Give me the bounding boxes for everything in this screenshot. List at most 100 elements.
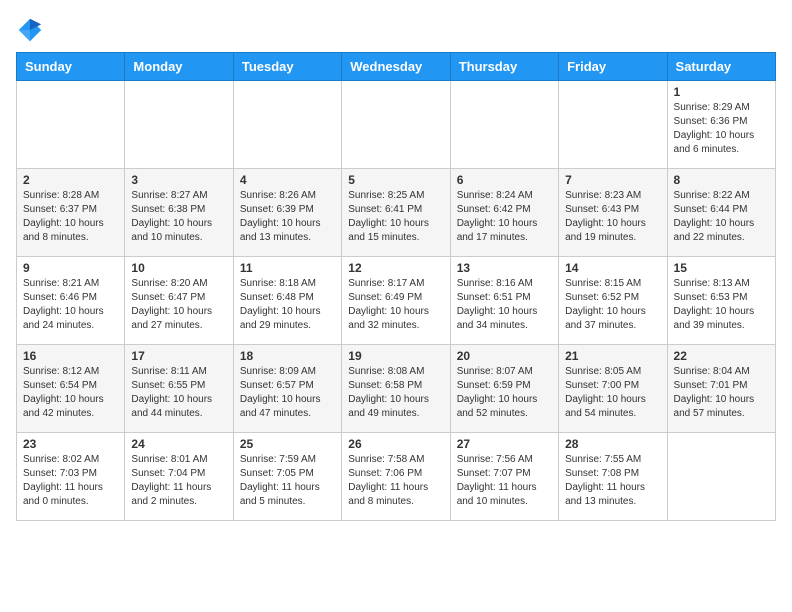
day-info: Sunrise: 7:56 AM Sunset: 7:07 PM Dayligh… bbox=[457, 453, 552, 509]
calendar-cell: 12 Sunrise: 8:17 AM Sunset: 6:49 PM Dayli… bbox=[342, 257, 450, 345]
day-info: Sunrise: 8:02 AM Sunset: 7:03 PM Dayligh… bbox=[23, 453, 118, 509]
day-number: 19 bbox=[348, 349, 443, 363]
calendar-cell: 11Sunrise: 8:18 AM Sunset: 6:48 PM Dayli… bbox=[233, 257, 341, 345]
day-info: Sunrise: 8:26 AM Sunset: 6:39 PM Dayligh… bbox=[240, 189, 335, 245]
calendar-cell: 2 Sunrise: 8:28 AM Sunset: 6:37 PM Daylig… bbox=[17, 169, 125, 257]
day-number: 26 bbox=[348, 437, 443, 451]
day-number: 7 bbox=[565, 173, 660, 187]
day-number: 25 bbox=[240, 437, 335, 451]
calendar-cell: 1 Sunrise: 8:29 AM Sunset: 6:36 PM Daylig… bbox=[667, 81, 775, 169]
calendar-cell: 7Sunrise: 8:23 AM Sunset: 6:43 PM Daylig… bbox=[559, 169, 667, 257]
calendar-cell: 4 Sunrise: 8:26 AM Sunset: 6:39 PM Daylig… bbox=[233, 169, 341, 257]
day-number: 2 bbox=[23, 173, 118, 187]
calendar-cell: 17 Sunrise: 8:11 AM Sunset: 6:55 PM Dayli… bbox=[125, 345, 233, 433]
day-info: Sunrise: 8:09 AM Sunset: 6:57 PM Dayligh… bbox=[240, 365, 335, 421]
day-number: 16 bbox=[23, 349, 118, 363]
day-number: 18 bbox=[240, 349, 335, 363]
calendar-cell bbox=[450, 81, 558, 169]
calendar-cell bbox=[233, 81, 341, 169]
day-number: 1 bbox=[674, 85, 769, 99]
page-header bbox=[16, 16, 776, 44]
day-info: Sunrise: 8:21 AM Sunset: 6:46 PM Dayligh… bbox=[23, 277, 118, 333]
calendar-cell: 23 Sunrise: 8:02 AM Sunset: 7:03 PM Dayli… bbox=[17, 433, 125, 521]
logo-icon bbox=[16, 16, 44, 44]
logo bbox=[16, 16, 48, 44]
calendar-cell: 27 Sunrise: 7:56 AM Sunset: 7:07 PM Dayli… bbox=[450, 433, 558, 521]
day-info: Sunrise: 8:25 AM Sunset: 6:41 PM Dayligh… bbox=[348, 189, 443, 245]
day-info: Sunrise: 8:20 AM Sunset: 6:47 PM Dayligh… bbox=[131, 277, 226, 333]
calendar-week-row: 16 Sunrise: 8:12 AM Sunset: 6:54 PM Dayli… bbox=[17, 345, 776, 433]
calendar-cell: 13 Sunrise: 8:16 AM Sunset: 6:51 PM Dayli… bbox=[450, 257, 558, 345]
calendar-cell: 14 Sunrise: 8:15 AM Sunset: 6:52 PM Dayli… bbox=[559, 257, 667, 345]
day-number: 13 bbox=[457, 261, 552, 275]
calendar-week-row: 1 Sunrise: 8:29 AM Sunset: 6:36 PM Daylig… bbox=[17, 81, 776, 169]
column-header-wednesday: Wednesday bbox=[342, 53, 450, 81]
day-info: Sunrise: 8:18 AM Sunset: 6:48 PM Dayligh… bbox=[240, 277, 335, 333]
day-number: 15 bbox=[674, 261, 769, 275]
day-info: Sunrise: 8:28 AM Sunset: 6:37 PM Dayligh… bbox=[23, 189, 118, 245]
calendar-week-row: 23 Sunrise: 8:02 AM Sunset: 7:03 PM Dayli… bbox=[17, 433, 776, 521]
calendar-cell: 15Sunrise: 8:13 AM Sunset: 6:53 PM Dayli… bbox=[667, 257, 775, 345]
day-info: Sunrise: 7:59 AM Sunset: 7:05 PM Dayligh… bbox=[240, 453, 335, 509]
day-number: 17 bbox=[131, 349, 226, 363]
day-info: Sunrise: 7:55 AM Sunset: 7:08 PM Dayligh… bbox=[565, 453, 660, 509]
day-info: Sunrise: 8:16 AM Sunset: 6:51 PM Dayligh… bbox=[457, 277, 552, 333]
calendar-cell bbox=[667, 433, 775, 521]
day-info: Sunrise: 8:24 AM Sunset: 6:42 PM Dayligh… bbox=[457, 189, 552, 245]
day-info: Sunrise: 8:07 AM Sunset: 6:59 PM Dayligh… bbox=[457, 365, 552, 421]
calendar-cell: 21 Sunrise: 8:05 AM Sunset: 7:00 PM Dayli… bbox=[559, 345, 667, 433]
day-info: Sunrise: 8:12 AM Sunset: 6:54 PM Dayligh… bbox=[23, 365, 118, 421]
calendar-cell: 6 Sunrise: 8:24 AM Sunset: 6:42 PM Daylig… bbox=[450, 169, 558, 257]
day-number: 10 bbox=[131, 261, 226, 275]
calendar-cell: 25 Sunrise: 7:59 AM Sunset: 7:05 PM Dayli… bbox=[233, 433, 341, 521]
calendar-header-row: SundayMondayTuesdayWednesdayThursdayFrid… bbox=[17, 53, 776, 81]
day-info: Sunrise: 8:04 AM Sunset: 7:01 PM Dayligh… bbox=[674, 365, 769, 421]
day-info: Sunrise: 7:58 AM Sunset: 7:06 PM Dayligh… bbox=[348, 453, 443, 509]
day-number: 24 bbox=[131, 437, 226, 451]
day-number: 12 bbox=[348, 261, 443, 275]
day-number: 14 bbox=[565, 261, 660, 275]
day-number: 21 bbox=[565, 349, 660, 363]
day-number: 9 bbox=[23, 261, 118, 275]
day-info: Sunrise: 8:17 AM Sunset: 6:49 PM Dayligh… bbox=[348, 277, 443, 333]
calendar-cell: 9 Sunrise: 8:21 AM Sunset: 6:46 PM Daylig… bbox=[17, 257, 125, 345]
calendar-cell: 3 Sunrise: 8:27 AM Sunset: 6:38 PM Daylig… bbox=[125, 169, 233, 257]
calendar-cell: 16 Sunrise: 8:12 AM Sunset: 6:54 PM Dayli… bbox=[17, 345, 125, 433]
column-header-thursday: Thursday bbox=[450, 53, 558, 81]
calendar-week-row: 9 Sunrise: 8:21 AM Sunset: 6:46 PM Daylig… bbox=[17, 257, 776, 345]
calendar-cell: 28 Sunrise: 7:55 AM Sunset: 7:08 PM Dayli… bbox=[559, 433, 667, 521]
column-header-friday: Friday bbox=[559, 53, 667, 81]
calendar-week-row: 2 Sunrise: 8:28 AM Sunset: 6:37 PM Daylig… bbox=[17, 169, 776, 257]
day-info: Sunrise: 8:29 AM Sunset: 6:36 PM Dayligh… bbox=[674, 101, 769, 157]
calendar-cell bbox=[342, 81, 450, 169]
day-info: Sunrise: 8:05 AM Sunset: 7:00 PM Dayligh… bbox=[565, 365, 660, 421]
day-info: Sunrise: 8:22 AM Sunset: 6:44 PM Dayligh… bbox=[674, 189, 769, 245]
day-number: 27 bbox=[457, 437, 552, 451]
day-number: 3 bbox=[131, 173, 226, 187]
calendar-cell bbox=[17, 81, 125, 169]
day-info: Sunrise: 8:01 AM Sunset: 7:04 PM Dayligh… bbox=[131, 453, 226, 509]
calendar-cell: 20 Sunrise: 8:07 AM Sunset: 6:59 PM Dayli… bbox=[450, 345, 558, 433]
column-header-tuesday: Tuesday bbox=[233, 53, 341, 81]
calendar-cell: 24 Sunrise: 8:01 AM Sunset: 7:04 PM Dayli… bbox=[125, 433, 233, 521]
day-number: 20 bbox=[457, 349, 552, 363]
day-info: Sunrise: 8:27 AM Sunset: 6:38 PM Dayligh… bbox=[131, 189, 226, 245]
calendar-cell: 26 Sunrise: 7:58 AM Sunset: 7:06 PM Dayli… bbox=[342, 433, 450, 521]
calendar-cell bbox=[125, 81, 233, 169]
column-header-sunday: Sunday bbox=[17, 53, 125, 81]
day-number: 28 bbox=[565, 437, 660, 451]
calendar-cell: 18 Sunrise: 8:09 AM Sunset: 6:57 PM Dayli… bbox=[233, 345, 341, 433]
calendar-cell: 22Sunrise: 8:04 AM Sunset: 7:01 PM Dayli… bbox=[667, 345, 775, 433]
day-number: 23 bbox=[23, 437, 118, 451]
day-info: Sunrise: 8:15 AM Sunset: 6:52 PM Dayligh… bbox=[565, 277, 660, 333]
calendar-cell: 5 Sunrise: 8:25 AM Sunset: 6:41 PM Daylig… bbox=[342, 169, 450, 257]
calendar-cell bbox=[559, 81, 667, 169]
day-number: 5 bbox=[348, 173, 443, 187]
column-header-monday: Monday bbox=[125, 53, 233, 81]
calendar-cell: 8Sunrise: 8:22 AM Sunset: 6:44 PM Daylig… bbox=[667, 169, 775, 257]
calendar-cell: 19Sunrise: 8:08 AM Sunset: 6:58 PM Dayli… bbox=[342, 345, 450, 433]
calendar-cell: 10 Sunrise: 8:20 AM Sunset: 6:47 PM Dayli… bbox=[125, 257, 233, 345]
day-info: Sunrise: 8:11 AM Sunset: 6:55 PM Dayligh… bbox=[131, 365, 226, 421]
day-number: 4 bbox=[240, 173, 335, 187]
day-number: 6 bbox=[457, 173, 552, 187]
